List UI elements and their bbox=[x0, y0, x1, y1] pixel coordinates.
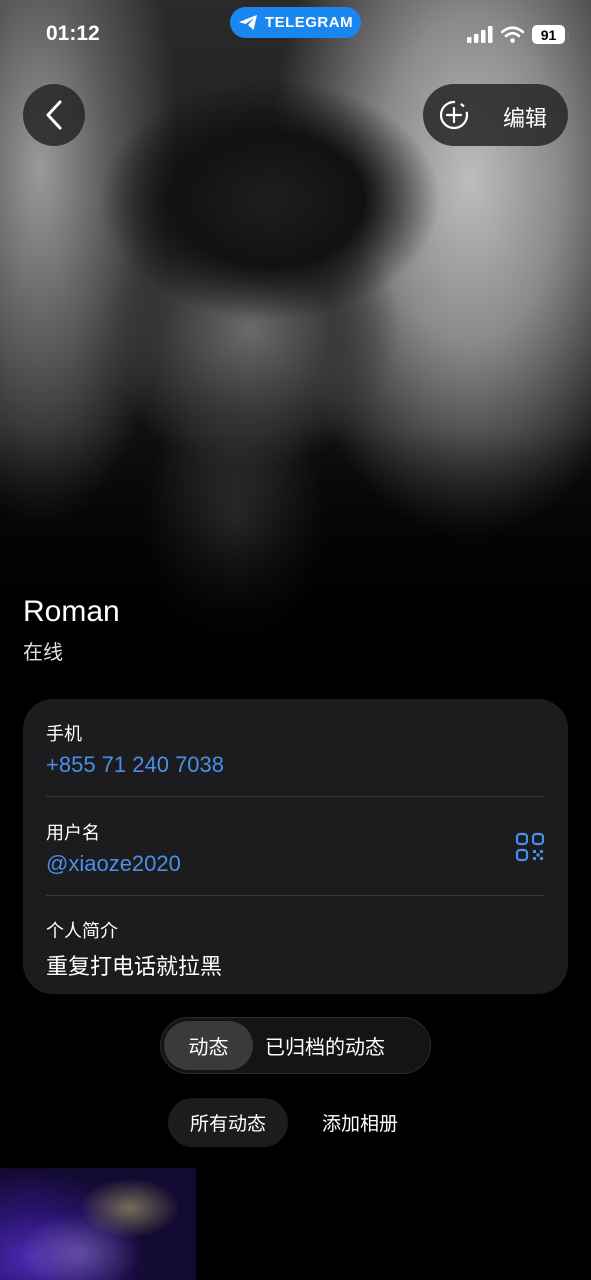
username-row[interactable]: 用户名 @xiaoze2020 bbox=[46, 819, 545, 877]
telegram-plane-icon bbox=[238, 15, 257, 30]
info-card: 手机 +855 71 240 7038 用户名 @xiaoze2020 个人简介… bbox=[23, 699, 568, 994]
wifi-icon bbox=[501, 26, 524, 43]
status-icons: 91 bbox=[467, 25, 569, 44]
bio-value: 重复打电话就拉黑 bbox=[46, 955, 223, 980]
profile-name: Roman bbox=[23, 595, 120, 628]
phone-label: 手机 bbox=[46, 724, 82, 745]
qr-code-icon[interactable] bbox=[515, 832, 545, 862]
battery-indicator: 91 bbox=[532, 25, 569, 44]
edit-label: 编辑 bbox=[503, 107, 548, 132]
divider bbox=[46, 895, 545, 896]
story-thumbnail[interactable] bbox=[0, 1168, 196, 1280]
photo-gradient bbox=[0, 430, 591, 680]
filter-all-stories[interactable]: 所有动态 bbox=[168, 1098, 288, 1147]
divider bbox=[46, 796, 545, 797]
telegram-pill[interactable]: TELEGRAM bbox=[230, 7, 361, 38]
status-time: 01:12 bbox=[46, 22, 100, 45]
tab-archived-stories[interactable]: 已归档的动态 bbox=[265, 1018, 385, 1073]
tab-stories[interactable]: 动态 bbox=[164, 1021, 253, 1070]
username-label: 用户名 bbox=[46, 823, 100, 844]
add-story-icon bbox=[439, 100, 469, 130]
bio-row: 个人简介 重复打电话就拉黑 bbox=[46, 917, 545, 981]
signal-icon bbox=[467, 26, 493, 43]
telegram-pill-label: TELEGRAM bbox=[264, 14, 354, 31]
phone-row[interactable]: 手机 +855 71 240 7038 bbox=[46, 720, 545, 778]
presence-status: 在线 bbox=[23, 640, 63, 664]
edit-button[interactable]: 编辑 bbox=[423, 84, 568, 146]
add-album-button[interactable]: 添加相册 bbox=[304, 1098, 416, 1147]
phone-value[interactable]: +855 71 240 7038 bbox=[46, 752, 545, 778]
chevron-left-icon bbox=[46, 100, 62, 130]
stories-segmented-control: 动态 已归档的动态 bbox=[160, 1017, 431, 1074]
username-value[interactable]: @xiaoze2020 bbox=[46, 851, 545, 877]
bio-label: 个人简介 bbox=[46, 921, 118, 942]
back-button[interactable] bbox=[23, 84, 85, 146]
